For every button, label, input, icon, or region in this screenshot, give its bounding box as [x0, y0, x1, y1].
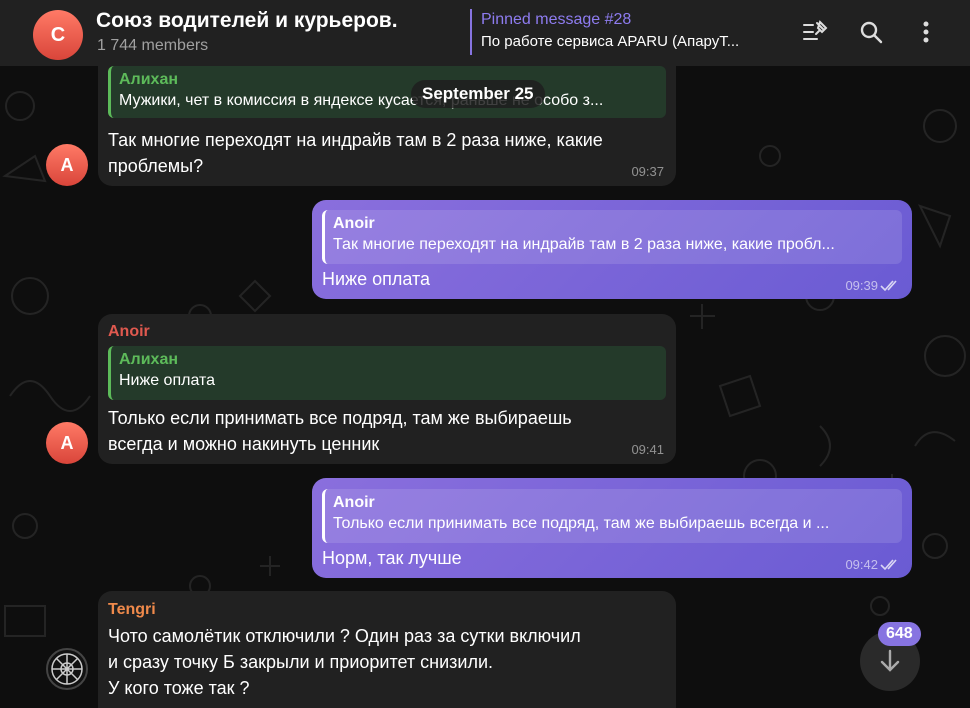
user-avatar[interactable] [46, 648, 88, 690]
message-text: Норм, так лучше [322, 548, 462, 568]
reply-preview[interactable]: Anoir Только если принимать все подряд, … [322, 489, 902, 543]
chat-header: С Союз водителей и курьеров. 1 744 membe… [0, 0, 970, 66]
chat-avatar[interactable]: С [33, 10, 83, 60]
message-list[interactable]: September 25 Алихан Мужики, чет в комисс… [0, 66, 970, 708]
chat-title[interactable]: Союз водителей и курьеров. [96, 9, 398, 33]
read-checks-icon [880, 279, 897, 291]
pinned-list-icon[interactable] [801, 18, 829, 46]
reply-text: Ниже оплата [119, 372, 216, 389]
message-text: Только если принимать все подряд, там же… [108, 408, 572, 454]
reply-author: Алихан [119, 351, 179, 368]
message-text: Чото самолётик отключили ? Один раз за с… [108, 626, 581, 698]
search-icon[interactable] [857, 18, 885, 46]
message-bubble[interactable]: Tengri Чото самолётик отключили ? Один р… [98, 591, 676, 708]
reply-author: Алихан [119, 71, 179, 88]
message-bubble-outgoing[interactable]: Anoir Только если принимать все подряд, … [312, 478, 912, 578]
reply-author: Anoir [333, 215, 375, 232]
member-count: 1 744 members [97, 37, 209, 54]
message-time: 09:41 [631, 442, 664, 457]
sender-name[interactable]: Tengri [108, 600, 156, 620]
reply-preview[interactable]: Anoir Так многие переходят на индрайв та… [322, 210, 902, 264]
user-avatar[interactable]: A [46, 144, 88, 186]
message-time: 09:42 [845, 557, 900, 572]
message-bubble-outgoing[interactable]: Anoir Так многие переходят на индрайв та… [312, 200, 912, 299]
user-avatar[interactable]: A [46, 422, 88, 464]
reply-text: Так многие переходят на индрайв там в 2 … [333, 236, 835, 253]
message-bubble[interactable]: Алихан Мужики, чет в комиссия в яндексе … [98, 66, 676, 186]
sender-name[interactable]: Anoir [108, 322, 150, 342]
more-vertical-icon[interactable] [912, 18, 940, 46]
reply-text: Мужики, чет в комиссия в яндексе кусаетс… [119, 92, 604, 109]
pinned-message[interactable]: Pinned message #28 По работе сервиса APA… [470, 9, 770, 55]
reply-preview[interactable]: Алихан Мужики, чет в комиссия в яндексе … [108, 66, 666, 118]
reply-text: Только если принимать все подряд, там же… [333, 515, 830, 532]
reply-author: Anoir [333, 494, 375, 511]
date-separator: September 25 [411, 80, 545, 108]
message-bubble[interactable]: Anoir Алихан Ниже оплата Только если при… [98, 314, 676, 464]
unread-count-badge: 648 [878, 622, 921, 646]
reply-preview[interactable]: Алихан Ниже оплата [108, 346, 666, 400]
avatar-emblem-icon [51, 653, 83, 685]
arrow-down-icon [880, 649, 900, 672]
read-checks-icon [880, 558, 897, 570]
pinned-text: По работе сервиса APARU (АпаруТ... [481, 33, 740, 50]
message-text: Ниже оплата [322, 269, 431, 289]
message-time: 09:39 [845, 278, 900, 293]
message-time: 09:37 [631, 164, 664, 179]
message-text: Так многие переходят на индрайв там в 2 … [108, 130, 603, 176]
pinned-title: Pinned message #28 [481, 11, 632, 28]
